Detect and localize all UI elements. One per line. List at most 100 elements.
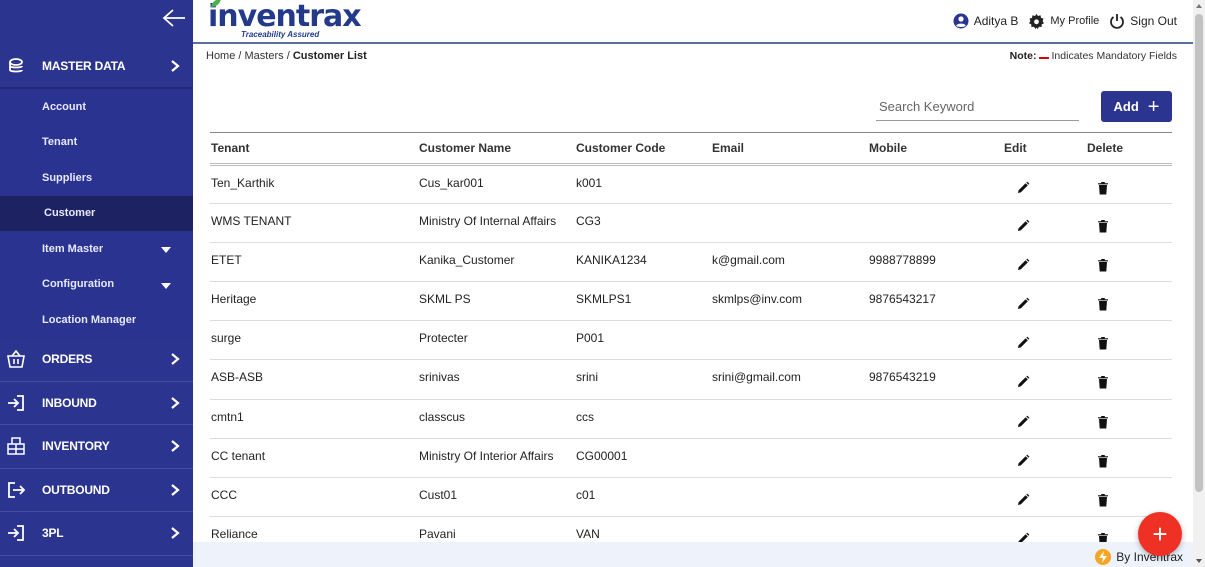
scroll-up-icon[interactable] xyxy=(1195,2,1203,10)
sidebar-subitem-tenant[interactable]: Tenant xyxy=(0,125,193,161)
mandatory-note: Note: Indicates Mandatory Fields xyxy=(1010,50,1177,62)
table-row[interactable]: ASB-ASB srinivas srini srini@gmail.com 98765… xyxy=(210,359,1172,400)
table-cell: Cust01 xyxy=(418,477,575,517)
table-row[interactable]: cmtn1 classcus ccs xyxy=(210,399,1172,439)
sidebar-subitem-location-manager[interactable]: Location Manager xyxy=(0,302,193,338)
delete-icon[interactable] xyxy=(1096,219,1110,233)
delete-cell xyxy=(1086,399,1172,439)
sidebar: MASTER DATA Account Tenant Suppliers Cus… xyxy=(0,0,193,567)
table-cell xyxy=(711,399,868,439)
delete-icon[interactable] xyxy=(1096,297,1110,311)
edit-icon[interactable] xyxy=(1016,258,1030,272)
table-row[interactable]: ETET Kanika_Customer KANIKA1234 k@gmail.com… xyxy=(210,242,1172,283)
sidebar-item-label: INVENTORY xyxy=(42,439,110,453)
table-cell: 9988778899 xyxy=(868,242,1003,283)
sign-out-label: Sign Out xyxy=(1130,14,1177,28)
scroll-down-icon[interactable] xyxy=(1195,557,1203,565)
edit-icon[interactable] xyxy=(1016,493,1030,507)
threepl-icon xyxy=(8,525,24,541)
breadcrumb-home[interactable]: Home xyxy=(206,50,235,62)
column-header[interactable]: Tenant xyxy=(210,132,418,166)
table-row[interactable]: WMS TENANT Ministry Of Internal Affairs CG… xyxy=(210,203,1172,244)
table-row[interactable]: Heritage SKML PS SKMLPS1 skmlps@inv.com 9876… xyxy=(210,281,1172,322)
edit-cell xyxy=(1003,359,1086,400)
sidebar-subitem-customer[interactable]: Customer xyxy=(0,195,193,231)
delete-icon[interactable] xyxy=(1096,181,1110,195)
logo-text: inventrax xyxy=(208,0,362,34)
inbound-icon xyxy=(8,394,24,411)
edit-icon[interactable] xyxy=(1016,219,1030,233)
sidebar-item-orders[interactable]: ORDERS xyxy=(0,338,193,382)
breadcrumb-masters[interactable]: Masters xyxy=(245,50,284,62)
plus-icon: + xyxy=(1147,95,1160,118)
edit-icon[interactable] xyxy=(1016,415,1030,429)
edit-cell xyxy=(1003,242,1086,283)
table-cell: Kanika_Customer xyxy=(418,242,575,283)
column-header[interactable]: Email xyxy=(711,132,868,166)
back-arrow-icon[interactable] xyxy=(161,7,187,29)
edit-cell xyxy=(1003,203,1086,244)
edit-cell xyxy=(1003,438,1086,478)
customer-table: Tenant Customer Name Customer Code Email… xyxy=(210,132,1172,556)
edit-icon[interactable] xyxy=(1016,336,1030,350)
sidebar-item-inbound[interactable]: INBOUND xyxy=(0,382,193,425)
sidebar-item-master-data[interactable]: MASTER DATA xyxy=(0,44,193,89)
table-cell xyxy=(868,203,1003,244)
table-cell xyxy=(711,320,868,361)
floating-add-button[interactable]: + xyxy=(1138,512,1182,556)
table-row[interactable]: CCC Cust01 c01 xyxy=(210,477,1172,517)
delete-icon[interactable] xyxy=(1096,258,1110,272)
edit-icon[interactable] xyxy=(1016,375,1030,389)
table-cell: CG00001 xyxy=(575,438,711,478)
sidebar-item-inventory[interactable]: INVENTORY xyxy=(0,425,193,469)
edit-icon[interactable] xyxy=(1016,454,1030,468)
table-cell: Cus_kar001 xyxy=(418,164,575,205)
chevron-right-icon xyxy=(171,59,180,72)
delete-cell xyxy=(1086,438,1172,478)
table-cell: Heritage xyxy=(210,281,418,322)
table-cell: Ten_Karthik xyxy=(210,164,418,205)
table-cell xyxy=(868,477,1003,517)
main-content: Home / Masters / Customer List Note: Indi… xyxy=(193,44,1193,567)
search-input[interactable] xyxy=(876,93,1079,121)
logo-tagline: Traceability Assured xyxy=(241,30,320,39)
sidebar-item-label: MASTER DATA xyxy=(42,58,126,73)
scrollbar-thumb[interactable] xyxy=(1195,14,1203,492)
user-menu[interactable]: Aditya B xyxy=(953,13,1018,29)
sign-out-link[interactable]: Sign Out xyxy=(1109,13,1177,29)
add-button[interactable]: Add + xyxy=(1101,91,1172,122)
logo[interactable]: inventrax Traceability Assured xyxy=(200,0,362,42)
table-row[interactable]: Ten_Karthik Cus_kar001 k001 xyxy=(210,164,1172,205)
delete-icon[interactable] xyxy=(1096,454,1110,468)
outbound-icon xyxy=(8,481,26,498)
sidebar-subitem-configuration[interactable]: Configuration xyxy=(0,267,193,303)
sidebar-item-3pl[interactable]: 3PL xyxy=(0,512,193,556)
column-header[interactable]: Mobile xyxy=(868,132,1003,166)
table-row[interactable]: surge Protecter P001 xyxy=(210,320,1172,361)
column-header[interactable]: Customer Code xyxy=(575,132,711,166)
table-header-row: Tenant Customer Name Customer Code Email… xyxy=(210,132,1172,166)
column-header[interactable]: Customer Name xyxy=(418,132,575,166)
sidebar-subitem-item-master[interactable]: Item Master xyxy=(0,231,193,267)
delete-icon[interactable] xyxy=(1096,375,1110,389)
table-row[interactable]: CC tenant Ministry Of Interior Affairs CG0… xyxy=(210,438,1172,478)
edit-cell xyxy=(1003,281,1086,322)
edit-cell xyxy=(1003,320,1086,361)
sidebar-subitem-suppliers[interactable]: Suppliers xyxy=(0,160,193,196)
breadcrumb-separator: / xyxy=(283,50,293,62)
delete-icon[interactable] xyxy=(1096,415,1110,429)
edit-icon[interactable] xyxy=(1016,297,1030,311)
inventory-icon xyxy=(7,437,25,455)
delete-icon[interactable] xyxy=(1096,493,1110,507)
edit-icon[interactable] xyxy=(1016,181,1030,195)
delete-icon[interactable] xyxy=(1096,336,1110,350)
table-cell: ASB-ASB xyxy=(210,359,418,400)
my-profile-link[interactable]: My Profile xyxy=(1028,13,1099,30)
table-cell: skmlps@inv.com xyxy=(711,281,868,322)
vertical-scrollbar[interactable] xyxy=(1193,0,1205,567)
table-cell xyxy=(711,438,868,478)
sidebar-subitem-account[interactable]: Account xyxy=(0,89,193,125)
sidebar-item-outbound[interactable]: OUTBOUND xyxy=(0,469,193,512)
table-cell xyxy=(868,399,1003,439)
chevron-right-icon xyxy=(171,483,180,496)
